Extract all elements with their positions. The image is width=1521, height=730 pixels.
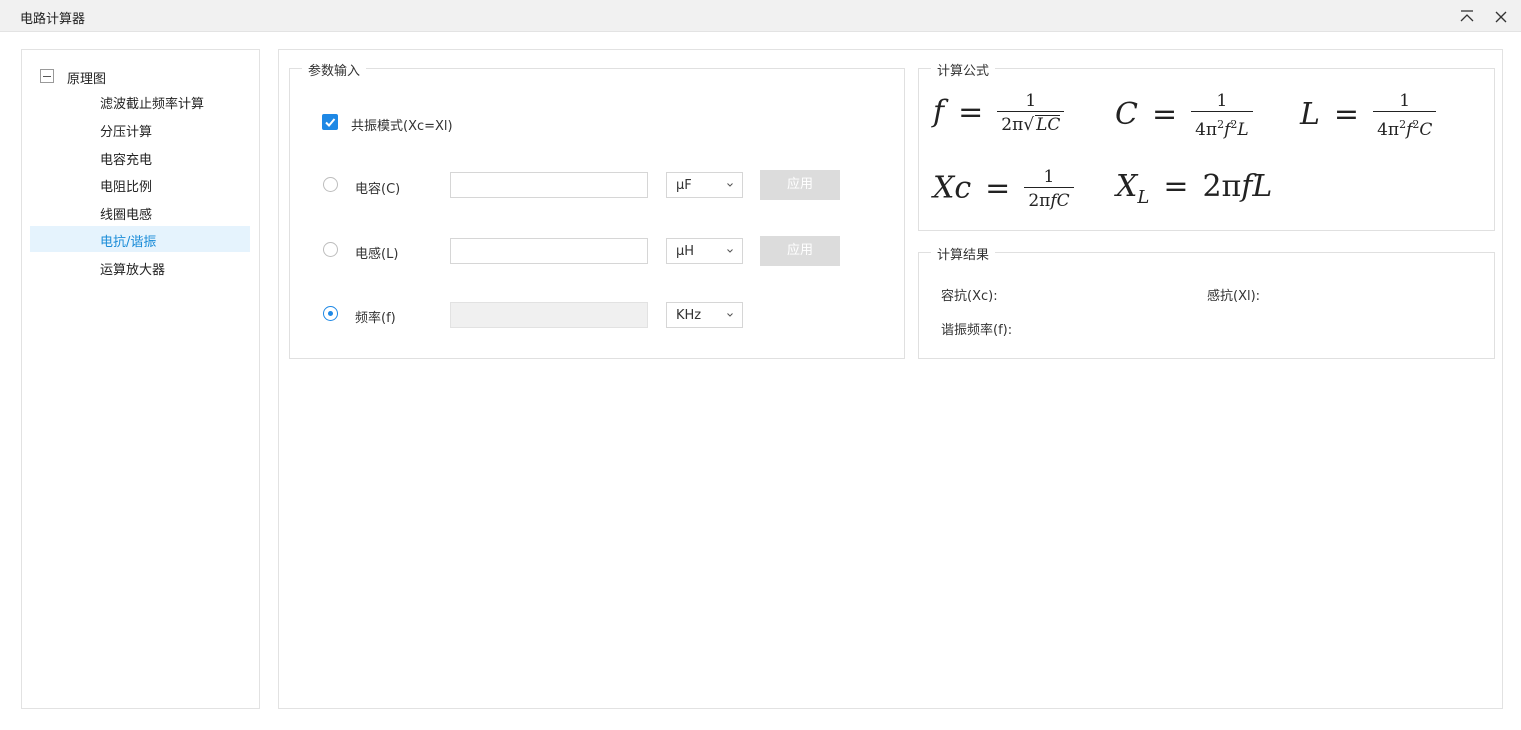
tree-item-resistor-ratio[interactable]: 电阻比例 bbox=[30, 171, 250, 197]
resonance-frequency-result: 谐振频率(f): bbox=[941, 323, 1013, 338]
formula-inductive-reactance: XL = 2πfL bbox=[1116, 169, 1272, 221]
close-icon bbox=[1495, 11, 1507, 23]
tree-item-label: 电容充电 bbox=[100, 153, 153, 168]
tree-item-label: 滤波截止频率计算 bbox=[100, 97, 205, 112]
formula-fraction: 1 2π√ LC bbox=[997, 91, 1065, 136]
formula-fraction: 1 4π2f2C bbox=[1373, 91, 1437, 141]
inductance-unit-value: μH bbox=[676, 244, 695, 259]
formula-eq: = bbox=[985, 170, 1011, 206]
tree-item-filter-cutoff[interactable]: 滤波截止频率计算 bbox=[30, 88, 250, 114]
inductance-unit-select[interactable]: μH bbox=[666, 238, 743, 264]
tree-item-label: 分压计算 bbox=[100, 125, 153, 140]
formula-den-part: 4π bbox=[1195, 120, 1218, 140]
schematic-tree-panel: 原理图 滤波截止频率计算 分压计算 电容充电 电阻比例 线圈电感 电抗/谐振 运… bbox=[21, 49, 260, 709]
formula-sub: L bbox=[1137, 187, 1150, 208]
formula-inductance: L = 1 4π2f2C bbox=[1300, 91, 1437, 143]
formula-numerator: 1 bbox=[1399, 91, 1411, 111]
formula-frequency: f = 1 2π√ LC bbox=[933, 91, 1065, 143]
minus-box-icon[interactable] bbox=[40, 69, 54, 83]
chevron-down-icon bbox=[727, 183, 733, 187]
formula-lhs: f bbox=[933, 94, 945, 130]
inductance-input[interactable] bbox=[450, 238, 648, 264]
collapse-button[interactable] bbox=[1456, 6, 1478, 28]
capacitance-radio[interactable] bbox=[323, 177, 338, 192]
formula-rhs-part: fL bbox=[1241, 169, 1273, 204]
tree-item-label: 电阻比例 bbox=[100, 180, 153, 195]
formula-fraction: 1 4π2f2L bbox=[1191, 91, 1253, 141]
formula-title: 计算公式 bbox=[931, 60, 996, 79]
capacitance-input[interactable] bbox=[450, 172, 648, 198]
formula-capacitive-reactance: Xc = 1 2πfC bbox=[933, 167, 1074, 219]
formula-den-part: 4π bbox=[1377, 120, 1400, 140]
formula-numerator: 1 bbox=[1216, 91, 1228, 111]
capacitance-unit-value: μF bbox=[676, 178, 692, 193]
tree-item-label: 线圈电感 bbox=[100, 208, 153, 223]
formula-numerator: 1 bbox=[1025, 91, 1037, 111]
collapse-up-icon bbox=[1460, 10, 1474, 22]
title-bar: 电路计算器 bbox=[0, 0, 1521, 32]
capacitive-reactance-result: 容抗(Xc): bbox=[941, 289, 998, 304]
formula-den-part: fC bbox=[1050, 191, 1070, 211]
formula-capacitance: C = 1 4π2f2L bbox=[1115, 91, 1253, 143]
sqrt-icon: √ bbox=[1023, 115, 1035, 135]
capacitance-label: 电容(C) bbox=[355, 182, 401, 197]
results-title: 计算结果 bbox=[931, 244, 996, 263]
formula-eq: = bbox=[958, 94, 984, 130]
formula-sup: 2 bbox=[1399, 118, 1407, 131]
formula-fraction: 1 2πfC bbox=[1024, 167, 1074, 212]
param-input-group: 参数输入 共振模式(Xc=Xl) 电容(C) μF 应用 电感(L) μH 应用… bbox=[289, 60, 905, 359]
checkmark-icon bbox=[325, 118, 336, 127]
frequency-unit-value: KHz bbox=[676, 308, 702, 323]
formula-numerator: 1 bbox=[1043, 167, 1055, 187]
inductive-reactance-result: 感抗(Xl): bbox=[1207, 289, 1261, 304]
formula-lhs: X bbox=[1116, 169, 1138, 204]
formula-denominator: 2πfC bbox=[1024, 187, 1074, 212]
formula-denominator: 4π2f2C bbox=[1373, 111, 1437, 141]
frequency-input[interactable] bbox=[450, 302, 648, 328]
capacitance-apply-button[interactable]: 应用 bbox=[760, 170, 840, 200]
chevron-down-icon bbox=[727, 313, 733, 317]
formula-den-part: L bbox=[1237, 120, 1249, 140]
formula-eq: = bbox=[1333, 97, 1360, 132]
formula-eq: = bbox=[1163, 169, 1189, 204]
resonance-mode-checkbox[interactable] bbox=[322, 114, 338, 130]
capacitance-unit-select[interactable]: μF bbox=[666, 172, 743, 198]
frequency-unit-select[interactable]: KHz bbox=[666, 302, 743, 328]
formula-denominator: 2π√ LC bbox=[997, 111, 1065, 136]
inductance-radio[interactable] bbox=[323, 242, 338, 257]
content-panel: 参数输入 共振模式(Xc=Xl) 电容(C) μF 应用 电感(L) μH 应用… bbox=[278, 49, 1503, 709]
formula-lhs: Xc bbox=[933, 170, 972, 206]
tree-root-label: 原理图 bbox=[67, 72, 107, 87]
results-group: 计算结果 容抗(Xc): 感抗(Xl): 谐振频率(f): bbox=[918, 244, 1495, 359]
tree-item-reactance-resonance[interactable]: 电抗/谐振 bbox=[30, 226, 250, 252]
close-button[interactable] bbox=[1490, 6, 1512, 28]
formula-eq: = bbox=[1151, 97, 1178, 132]
chevron-down-icon bbox=[727, 249, 733, 253]
tree-item-label: 运算放大器 bbox=[100, 263, 166, 278]
formula-den-part: C bbox=[1419, 120, 1433, 140]
formula-den-part: 2π bbox=[1001, 115, 1024, 135]
formula-group: 计算公式 f = 1 2π√ LC C = 1 4π2f2L L = 1 4π2f2C Xc = 1 2π… bbox=[918, 60, 1495, 231]
tree-item-coil-inductance[interactable]: 线圈电感 bbox=[30, 199, 250, 225]
resonance-mode-label: 共振模式(Xc=Xl) bbox=[351, 119, 453, 134]
inductance-label: 电感(L) bbox=[355, 247, 399, 262]
formula-lhs: C bbox=[1115, 97, 1138, 132]
formula-denominator: 4π2f2L bbox=[1191, 111, 1253, 141]
formula-rhs-part: 2π bbox=[1202, 169, 1242, 204]
tree-item-op-amp[interactable]: 运算放大器 bbox=[30, 254, 250, 280]
tree-item-voltage-divider[interactable]: 分压计算 bbox=[30, 116, 250, 142]
tree-item-capacitor-charge[interactable]: 电容充电 bbox=[30, 144, 250, 170]
inductance-apply-button[interactable]: 应用 bbox=[760, 236, 840, 266]
param-input-title: 参数输入 bbox=[302, 60, 367, 79]
tree-item-label: 电抗/谐振 bbox=[100, 235, 157, 250]
window-title: 电路计算器 bbox=[20, 12, 86, 27]
formula-den-part: 2π bbox=[1028, 191, 1051, 211]
formula-den-sqrt: LC bbox=[1035, 115, 1061, 135]
frequency-label: 频率(f) bbox=[355, 311, 396, 326]
frequency-radio[interactable] bbox=[323, 306, 338, 321]
formula-lhs: L bbox=[1300, 97, 1320, 132]
